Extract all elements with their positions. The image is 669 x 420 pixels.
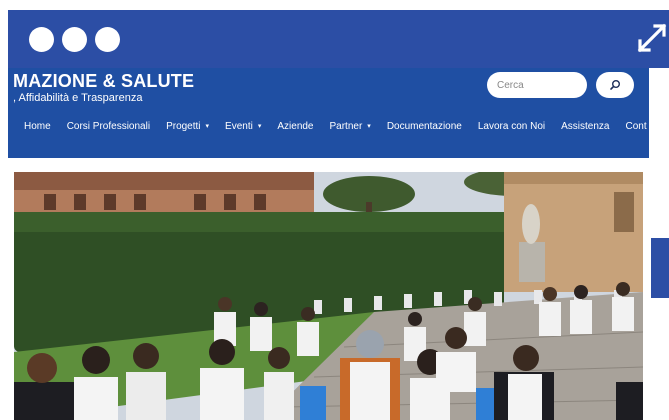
chevron-down-icon: ▾	[205, 123, 210, 130]
site-header: MAZIONE & SALUTE , Affidabilità e Traspa…	[8, 68, 649, 158]
minimize-dot[interactable]	[62, 27, 87, 52]
main-nav: Home Corsi Professionali Progetti ▾ Event…	[8, 118, 649, 134]
site-tagline: , Affidabilità e Trasparenza	[13, 92, 143, 104]
maximize-dot[interactable]	[95, 27, 120, 52]
search-input[interactable]	[487, 72, 587, 98]
search-button[interactable]	[596, 72, 634, 98]
nav-item-partner[interactable]: Partner ▾	[330, 121, 371, 132]
hero-photo[interactable]	[14, 172, 643, 420]
side-panel-tab	[651, 238, 669, 298]
nav-item-eventi[interactable]: Eventi ▾	[225, 121, 261, 132]
main-content	[14, 158, 643, 420]
search-icon	[610, 80, 620, 90]
students-cleanup-photo	[14, 172, 643, 420]
page-viewport: MAZIONE & SALUTE , Affidabilità e Traspa…	[8, 68, 649, 420]
nav-item-aziende[interactable]: Aziende	[277, 121, 313, 132]
nav-item-contatti[interactable]: Cont	[625, 121, 646, 132]
chevron-down-icon: ▾	[257, 123, 262, 130]
browser-frame: MAZIONE & SALUTE , Affidabilità e Traspa…	[8, 10, 669, 420]
nav-item-lavora-con-noi[interactable]: Lavora con Noi	[478, 121, 545, 132]
window-titlebar	[8, 10, 669, 68]
site-title[interactable]: MAZIONE & SALUTE	[13, 71, 194, 92]
nav-item-progetti[interactable]: Progetti ▾	[166, 121, 209, 132]
nav-item-corsi-professionali[interactable]: Corsi Professionali	[67, 121, 150, 132]
nav-item-documentazione[interactable]: Documentazione	[387, 121, 462, 132]
side-panel-edge	[649, 68, 669, 420]
nav-item-home[interactable]: Home	[24, 121, 51, 132]
nav-item-assistenza[interactable]: Assistenza	[561, 121, 609, 132]
close-dot[interactable]	[29, 27, 54, 52]
chevron-down-icon: ▾	[367, 123, 371, 130]
expand-arrows-icon[interactable]	[636, 22, 668, 54]
